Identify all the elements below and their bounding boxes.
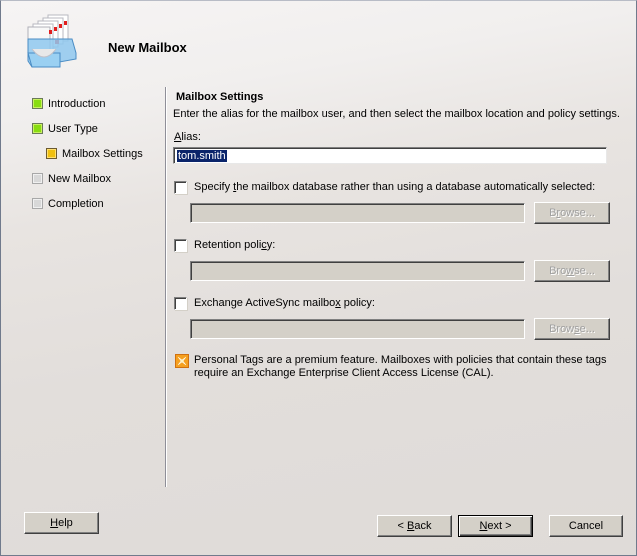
next-button[interactable]: Next > (458, 515, 533, 537)
alias-value[interactable]: tom.smith (177, 150, 227, 162)
step-current-icon (46, 148, 57, 159)
help-button[interactable]: Help (24, 512, 99, 534)
retention-policy-label[interactable]: Retention policy: (194, 239, 275, 251)
cal-license-note: Personal Tags are a premium feature. Mai… (194, 354, 607, 380)
exchange-info-icon (175, 354, 189, 368)
database-input[interactable] (190, 203, 525, 223)
specify-database-label[interactable]: Specify the mailbox database rather than… (194, 181, 595, 193)
note-line-2: require an Exchange Enterprise Client Ac… (194, 367, 494, 379)
activesync-policy-input[interactable] (190, 319, 525, 339)
step-label: Completion (48, 198, 104, 210)
step-label: New Mailbox (48, 173, 111, 185)
back-button[interactable]: < Back (377, 515, 452, 537)
step-label: Mailbox Settings (62, 148, 143, 160)
alias-input[interactable]: tom.smith (173, 147, 607, 164)
retention-policy-checkbox[interactable] (174, 239, 187, 252)
panel-divider (165, 87, 167, 487)
step-label: User Type (48, 123, 98, 135)
mailbox-tray-icon (22, 9, 88, 73)
retention-policy-browse-button[interactable]: Browse... (534, 260, 610, 282)
specify-database-checkbox[interactable] (174, 181, 187, 194)
section-description: Enter the alias for the mailbox user, an… (173, 108, 620, 120)
note-line-1: Personal Tags are a premium feature. Mai… (194, 354, 607, 366)
database-browse-button[interactable]: Browse... (534, 202, 610, 224)
alias-label: Alias: (174, 131, 201, 143)
retention-policy-input[interactable] (190, 261, 525, 281)
step-pending-icon (32, 173, 43, 184)
step-complete-icon (32, 98, 43, 109)
step-pending-icon (32, 198, 43, 209)
cancel-button[interactable]: Cancel (549, 515, 623, 537)
activesync-policy-browse-button[interactable]: Browse... (534, 318, 610, 340)
activesync-policy-checkbox[interactable] (174, 297, 187, 310)
wizard-title: New Mailbox (108, 40, 187, 55)
activesync-policy-label[interactable]: Exchange ActiveSync mailbox policy: (194, 297, 375, 309)
step-label: Introduction (48, 98, 106, 110)
section-title: Mailbox Settings (176, 91, 264, 103)
step-complete-icon (32, 123, 43, 134)
